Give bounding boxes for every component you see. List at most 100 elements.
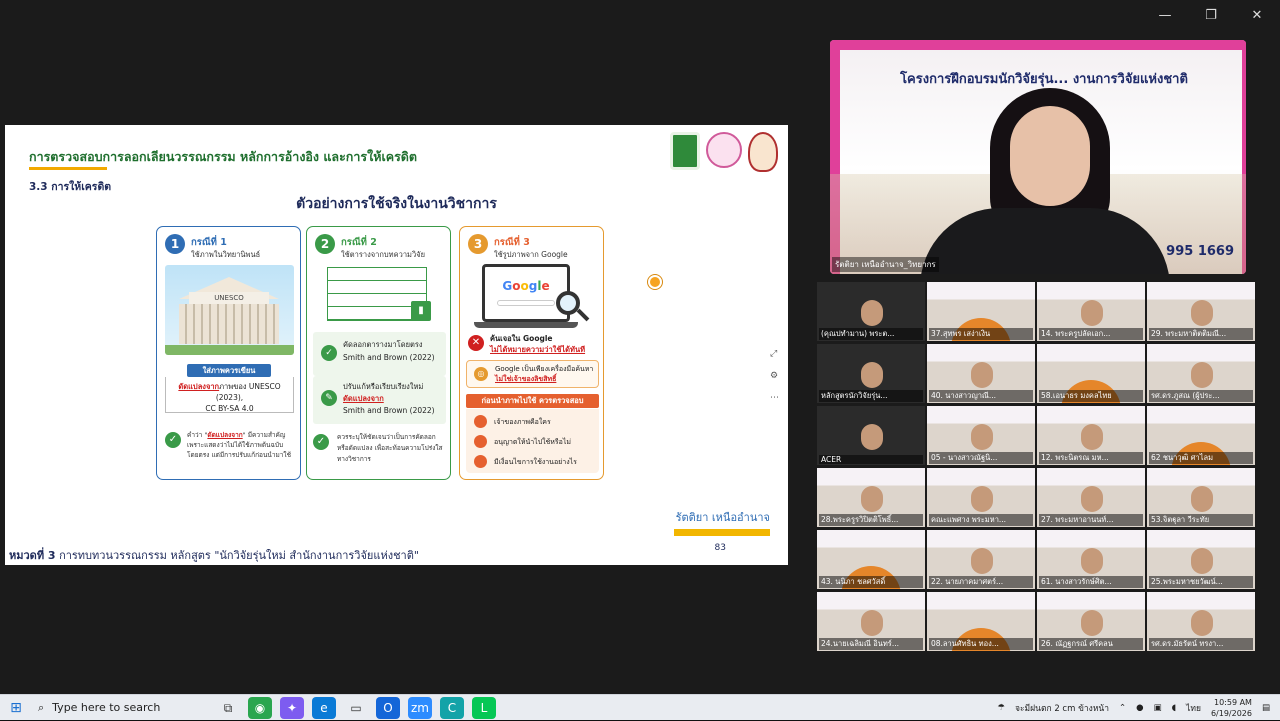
browser-icon[interactable]: C xyxy=(440,696,464,719)
chrome-icon[interactable]: ◉ xyxy=(248,696,272,719)
license-icon xyxy=(474,435,487,448)
building-columns xyxy=(179,304,279,344)
participant-tile[interactable]: 58.เอนาธร มงคลไทย xyxy=(1037,344,1145,403)
note-pre: คำว่า " xyxy=(187,431,208,439)
participant-name: ACER xyxy=(819,455,923,464)
participant-tile[interactable]: 05 - นางสาวณัฐนิ... xyxy=(927,406,1035,465)
clock[interactable]: 10:59 AM 6/19/2026 xyxy=(1211,697,1252,719)
participant-tile[interactable]: 27. พระมหาอานนท์... xyxy=(1037,468,1145,527)
line-icon[interactable]: L xyxy=(472,696,496,719)
google-logo: Google xyxy=(502,279,550,293)
laptop-base xyxy=(474,322,578,328)
case-subtitle: ใช้ภาพในวิทยานิพนธ์ xyxy=(191,250,261,259)
copilot-icon[interactable]: ✦ xyxy=(280,696,304,719)
participant-tile[interactable]: 29. พระมหาติตติมณี... xyxy=(1147,282,1255,341)
participant-name: 29. พระมหาติตติมณี... xyxy=(1149,328,1253,340)
case-subtitle: ใช้รูปภาพจาก Google xyxy=(494,250,568,259)
participant-tile[interactable]: 28.พระครูรวิปิตติโพธิ์... xyxy=(817,468,925,527)
participant-tile[interactable]: 22. นายภาคมาศตร์... xyxy=(927,530,1035,589)
checklist: เจ้าของภาพคือใคร อนุญาตให้นำไปใช้หรือไม่… xyxy=(466,409,599,473)
participant-video xyxy=(1081,300,1103,326)
building-sign: UNESCO xyxy=(189,292,269,304)
participant-video xyxy=(971,548,993,574)
participant-video xyxy=(1081,548,1103,574)
participant-video xyxy=(971,362,993,388)
volume-icon[interactable]: ◖ xyxy=(1172,703,1176,713)
chevron-up-icon[interactable]: ⌃ xyxy=(1119,703,1126,713)
participant-tile[interactable]: 61. นางสาวรักษ์ศิต... xyxy=(1037,530,1145,589)
more-icon[interactable]: ⋯ xyxy=(770,393,779,403)
participant-tile[interactable]: 43. นนิภา ชลศวัสดิ์ xyxy=(817,530,925,589)
window-controls: — ❐ ✕ xyxy=(1142,6,1280,26)
participant-tile[interactable]: คณะแพศาง พระมหา... xyxy=(927,468,1035,527)
outlook-icon[interactable]: O xyxy=(376,696,400,719)
expand-icon[interactable]: ⤢ xyxy=(770,349,779,359)
mic-icon[interactable]: ● xyxy=(1136,703,1143,713)
adapt-example: ✎ ปรับแก้หรือเรียบเรียงใหม่ ดัดแปลงจาก S… xyxy=(313,376,446,424)
cursor-pointer xyxy=(648,275,662,289)
participant-video xyxy=(1191,362,1213,388)
participant-tile[interactable]: 08.ลานศัทธิน ทอง... xyxy=(927,592,1035,651)
participant-name: 40. นางสาวญาณี... xyxy=(929,390,1033,402)
search-icon: ⌕ xyxy=(38,700,45,714)
google-note: ◎ Google เป็นเพียงเครื่องมือค้นหา ไม่ใช่… xyxy=(466,360,599,388)
note-highlight: ดัดแปลงจาก xyxy=(207,431,243,439)
network-icon[interactable]: ▣ xyxy=(1154,703,1162,713)
task-view-icon[interactable]: ⧉ xyxy=(216,697,240,719)
note-text: ควรระบุให้ชัดเจนว่าเป็นการคัดลอก หรือดัด… xyxy=(337,433,443,463)
participant-tile[interactable]: 12. พระนิตรณ มห... xyxy=(1037,406,1145,465)
footer-text: การทบทวนวรรณกรรม หลักสูตร "นักวิจัยรุ่นใ… xyxy=(59,549,419,562)
close-button[interactable]: ✕ xyxy=(1234,6,1280,26)
author-name: รัตติยา เหนืออำนาจ xyxy=(675,511,770,524)
file-explorer-icon[interactable]: ▭ xyxy=(344,697,368,719)
case-card-2: 2 กรณีที่ 2 ใช้ตารางจากบทความวิจัย ▮ ✓ ค… xyxy=(306,226,451,480)
participant-name: (คุณปทำมาน) พระต... xyxy=(819,328,923,340)
nrct-logo xyxy=(670,132,700,170)
case-number: 1 xyxy=(165,234,185,254)
check-before-use: ก่อนนำภาพไปใช้ ควรตรวจสอบ xyxy=(466,394,599,408)
unesco-building-image: UNESCO xyxy=(165,265,294,355)
participant-name: 05 - นางสาวณัฐนิ... xyxy=(929,452,1033,464)
participant-tile[interactable]: (คุณปทำมาน) พระต... xyxy=(817,282,925,341)
meeting-window: — ❐ ✕ การตรวจสอบการลอกเลียนวรรณกรรม หลัก… xyxy=(0,0,1280,694)
participant-tile[interactable]: 40. นางสาวญาณี... xyxy=(927,344,1035,403)
participant-tile[interactable]: 53.จิตฐุลา วีระทัย xyxy=(1147,468,1255,527)
participant-video xyxy=(861,486,883,512)
participant-tile[interactable]: 24.นายเฉลิมณี อินทร์... xyxy=(817,592,925,651)
check-icon: ✓ xyxy=(321,345,337,361)
participant-tile[interactable]: หลักสูตรนักวิจัยรุ่น... xyxy=(817,344,925,403)
minimize-button[interactable]: — xyxy=(1142,6,1188,26)
search-placeholder: Type here to search xyxy=(52,701,161,714)
credit-license: CC BY-SA 4.0 xyxy=(205,404,254,413)
checklist-item: อนุญาตให้นำไปใช้หรือไม่ xyxy=(474,435,571,448)
participant-video xyxy=(1191,548,1213,574)
participant-gallery: (คุณปทำมาน) พระต... 37.สุทพร เสง่าเงิน 14.… xyxy=(817,282,1257,652)
participant-tile[interactable]: ACER xyxy=(817,406,925,465)
banner-number: 995 1669 xyxy=(1166,244,1234,259)
globe-icon: ◎ xyxy=(474,367,488,381)
share-icon[interactable]: ⚙ xyxy=(770,371,779,381)
maximize-button[interactable]: ❐ xyxy=(1188,6,1234,26)
case-title: กรณีที่ 1 xyxy=(191,237,227,248)
windows-start-icon[interactable]: ⊞ xyxy=(0,700,32,716)
university-logo xyxy=(748,132,778,172)
weather-icon[interactable]: ☂ xyxy=(997,703,1005,713)
notifications-icon[interactable]: ▤ xyxy=(1262,703,1270,713)
participant-tile[interactable]: 25.พระมหาชยวัฒน์... xyxy=(1147,530,1255,589)
edge-icon[interactable]: e xyxy=(312,696,336,719)
participant-tile[interactable]: รศ.ดร.มัธรัตน์ ทรงา... xyxy=(1147,592,1255,651)
weather-text[interactable]: จะมีฝนตก 2 cm ข้างหน้า xyxy=(1015,701,1109,715)
participant-tile[interactable]: 37.สุทพร เสง่าเงิน xyxy=(927,282,1035,341)
speaker-video[interactable]: โครงการฝึกอบรมนักวิจัยรุ่น... งานการวิจั… xyxy=(830,40,1246,274)
language-indicator[interactable]: ไทย xyxy=(1186,701,1201,715)
taskbar-search[interactable]: ⌕ Type here to search xyxy=(32,695,210,721)
copy-example: ✓ คัดลอกตารางมาโดยตรง Smith and Brown (2… xyxy=(313,332,446,376)
participant-tile[interactable]: 26. ณัฏฐกรณ์ ศรีคลน xyxy=(1037,592,1145,651)
pinned-apps: ⧉ ◉ ✦ e ▭ O zm C L xyxy=(210,696,496,719)
participant-name: รศ.ดร.ภูสณ (ผู้ประ... xyxy=(1149,390,1253,402)
participant-tile[interactable]: 14. พระครูปลัดเอก... xyxy=(1037,282,1145,341)
participant-tile[interactable]: รศ.ดร.ภูสณ (ผู้ประ... xyxy=(1147,344,1255,403)
participant-tile[interactable]: 62 ชนาวุฒิ ศาไลม xyxy=(1147,406,1255,465)
zoom-icon[interactable]: zm xyxy=(408,696,432,719)
participant-name: 53.จิตฐุลา วีระทัย xyxy=(1149,514,1253,526)
